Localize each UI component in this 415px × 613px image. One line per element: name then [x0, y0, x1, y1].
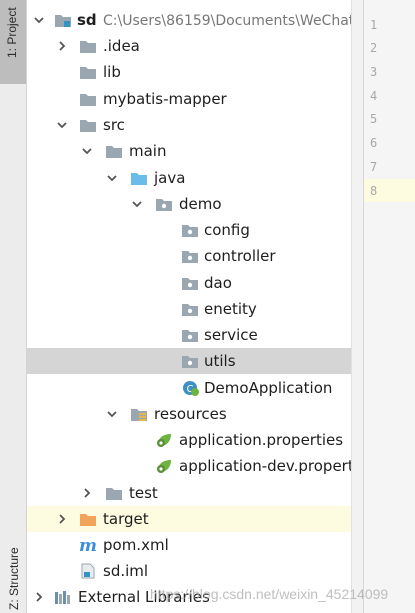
- tree-label-config: config: [204, 221, 250, 239]
- tree-label-target: target: [103, 510, 149, 528]
- tree-row-application-dev-properties[interactable]: application-dev.properties: [27, 453, 364, 479]
- package-icon: [181, 222, 199, 238]
- tree-scrollbar[interactable]: [351, 0, 364, 613]
- tree-row-config[interactable]: config: [27, 217, 364, 243]
- tree-row-resources[interactable]: resources: [27, 401, 364, 427]
- tree-row-controller[interactable]: controller: [27, 243, 364, 269]
- project-tree: sd C:\Users\86159\Documents\WeChat .idea…: [27, 0, 364, 613]
- folder-icon: [105, 485, 123, 501]
- editor-gutter: 1 2 3 4 5 6 7 8: [364, 0, 415, 613]
- folder-icon: [79, 117, 97, 133]
- chevron-down-icon[interactable]: [106, 408, 118, 420]
- tree-row-sd[interactable]: sd C:\Users\86159\Documents\WeChat: [27, 7, 364, 33]
- tree-label-enetity: enetity: [204, 300, 257, 318]
- tree-label-lib: lib: [103, 63, 121, 81]
- tree-label-service: service: [204, 326, 258, 344]
- excluded-folder-icon: [79, 511, 97, 527]
- package-icon: [181, 275, 199, 291]
- chevron-right-icon[interactable]: [81, 487, 93, 499]
- iml-file-icon: [79, 563, 97, 579]
- tree-row-idea[interactable]: .idea: [27, 33, 364, 59]
- tree-row-utils[interactable]: utils: [27, 348, 364, 374]
- svg-text:m: m: [79, 537, 97, 553]
- root-path: C:\Users\86159\Documents\WeChat: [103, 13, 355, 29]
- tree-row-dao[interactable]: dao: [27, 270, 364, 296]
- chevron-right-icon[interactable]: [56, 513, 68, 525]
- chevron-right-icon[interactable]: [33, 591, 45, 603]
- tree-label-main: main: [129, 142, 167, 160]
- folder-icon: [79, 64, 97, 80]
- tree-label-mybatis-mapper: mybatis-mapper: [103, 90, 227, 108]
- tree-row-enetity[interactable]: enetity: [27, 296, 364, 322]
- tree-label-resources: resources: [154, 405, 227, 423]
- line-number: 5: [370, 112, 378, 126]
- line-number: 4: [370, 89, 378, 103]
- line-number: 7: [370, 160, 378, 174]
- tree-label-sd-iml: sd.iml: [103, 562, 149, 580]
- tree-row-sd-iml[interactable]: sd.iml: [27, 558, 364, 584]
- line-number: 2: [370, 41, 378, 55]
- chevron-down-icon[interactable]: [33, 14, 45, 26]
- folder-icon: [79, 91, 97, 107]
- tree-label-dao: dao: [204, 274, 232, 292]
- tree-label-src: src: [103, 116, 125, 134]
- chevron-down-icon[interactable]: [131, 198, 143, 210]
- tree-row-target[interactable]: target: [27, 506, 364, 532]
- chevron-down-icon[interactable]: [56, 119, 68, 131]
- project-tab-label[interactable]: 1: Project: [5, 7, 19, 58]
- tree-row-demo[interactable]: demo: [27, 191, 364, 217]
- chevron-down-icon[interactable]: [81, 145, 93, 157]
- tree-label-application-properties: application.properties: [179, 431, 344, 449]
- tree-label-sd: sd: [77, 11, 97, 29]
- line-number: 6: [370, 136, 378, 150]
- tree-label-idea: .idea: [103, 37, 140, 55]
- spring-config-icon: [155, 432, 173, 448]
- tree-row-application-properties[interactable]: application.properties: [27, 427, 364, 453]
- left-tool-strip: 1: Project Z: Structure: [0, 0, 27, 613]
- tree-label-application-dev-properties: application-dev.properties: [179, 457, 364, 475]
- tree-label-demo: demo: [179, 195, 222, 213]
- tree-row-test[interactable]: test: [27, 480, 364, 506]
- tree-row-src[interactable]: src: [27, 112, 364, 138]
- source-folder-icon: [130, 170, 148, 186]
- tree-row-main[interactable]: main: [27, 138, 364, 164]
- module-folder-icon: [54, 12, 72, 28]
- package-icon: [181, 301, 199, 317]
- tree-row-java[interactable]: java: [27, 165, 364, 191]
- structure-tab-label[interactable]: Z: Structure: [7, 547, 21, 610]
- tree-label-controller: controller: [204, 247, 276, 265]
- tree-row-service[interactable]: service: [27, 322, 364, 348]
- package-icon: [155, 196, 173, 212]
- line-number: 1: [370, 18, 378, 32]
- libraries-icon: [54, 589, 72, 605]
- resources-folder-icon: [130, 406, 148, 422]
- folder-icon: [105, 143, 123, 159]
- tree-label-utils: utils: [204, 352, 236, 370]
- tree-row-demoapplication[interactable]: C DemoApplication: [27, 375, 364, 401]
- tree-row-lib[interactable]: lib: [27, 59, 364, 85]
- maven-icon: m: [79, 537, 97, 553]
- line-number: 8: [370, 184, 378, 198]
- spring-config-icon: [155, 458, 173, 474]
- tree-label-pom-xml: pom.xml: [103, 536, 169, 554]
- project-tool-tab[interactable]: 1: Project: [0, 0, 26, 84]
- tree-label-java: java: [154, 169, 186, 187]
- tree-row-mybatis-mapper[interactable]: mybatis-mapper: [27, 86, 364, 112]
- package-icon: [181, 327, 199, 343]
- folder-icon: [79, 38, 97, 54]
- tree-label-test: test: [129, 484, 158, 502]
- package-icon: [181, 353, 199, 369]
- chevron-down-icon[interactable]: [106, 172, 118, 184]
- watermark: https://blog.csdn.net/weixin_45214099: [150, 586, 389, 602]
- line-number: 3: [370, 65, 378, 79]
- spring-class-icon: C: [181, 380, 199, 396]
- tree-row-pom-xml[interactable]: m pom.xml: [27, 532, 364, 558]
- package-icon: [181, 248, 199, 264]
- tree-label-demoapplication: DemoApplication: [204, 379, 333, 397]
- chevron-right-icon[interactable]: [56, 40, 68, 52]
